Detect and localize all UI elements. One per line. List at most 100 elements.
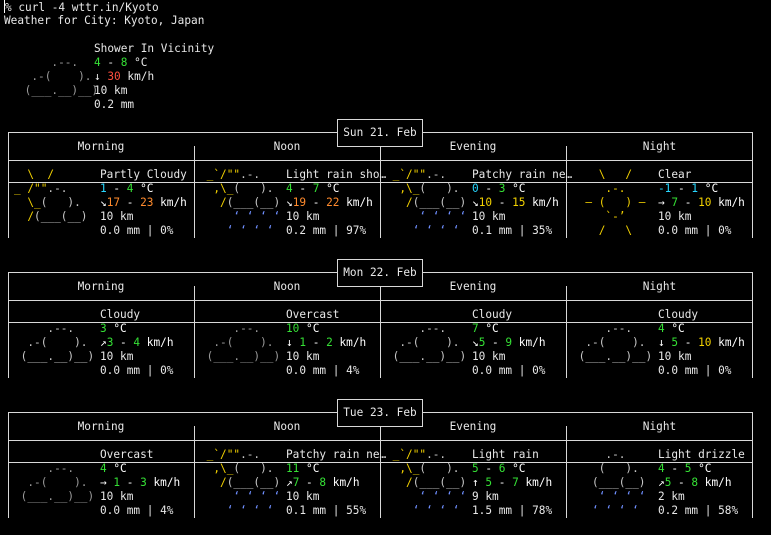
period-header-evening: Evening <box>449 140 497 153</box>
forecast-condition: Patchy rain ne… <box>286 448 387 461</box>
forecast-wind: ↘10 - 15 km/h <box>472 196 559 209</box>
current-wind: ↓ 30 km/h <box>94 70 155 83</box>
terminal-window: % curl -4 wttr.in/Kyoto Weather for City… <box>0 0 771 535</box>
forecast-condition: Light rain sho… <box>286 168 387 181</box>
column-divider <box>380 286 381 378</box>
current-precipitation: 0.2 mm <box>94 98 135 111</box>
current-temperature: 4 - 8 °C <box>94 56 148 69</box>
light-drizzle-icon: .-. ( ). (___(__) ‘ ‘ ‘ ‘ ‘ ‘ ‘ ‘ <box>572 448 646 517</box>
forecast-wind: ↗5 - 8 km/h <box>658 476 732 489</box>
forecast-wind: → 7 - 10 km/h <box>658 196 745 209</box>
forecast-temperature: 1 - 4 °C <box>100 182 154 195</box>
forecast-visibility: 10 km <box>472 350 506 363</box>
forecast-temperature: 4 °C <box>100 462 127 475</box>
period-header-evening: Evening <box>449 280 497 293</box>
forecast-condition: Cloudy <box>100 308 141 321</box>
column-divider <box>194 146 195 238</box>
forecast-visibility: 10 km <box>100 210 134 223</box>
forecast-precipitation: 0.0 mm | 0% <box>472 364 546 377</box>
forecast-visibility: 9 km <box>472 490 499 503</box>
current-visibility: 10 km <box>94 84 128 97</box>
forecast-precipitation: 0.0 mm | 0% <box>658 364 732 377</box>
forecast-condition: Overcast <box>100 448 154 461</box>
period-header-morning: Morning <box>77 140 125 153</box>
forecast-precipitation: 1.5 mm | 78% <box>472 504 553 517</box>
forecast-temperature: 4 - 5 °C <box>658 462 712 475</box>
forecast-wind: ↑ 5 - 7 km/h <box>472 476 553 489</box>
period-header-evening: Evening <box>449 420 497 433</box>
forecast-condition: Light rain <box>472 448 539 461</box>
forecast-temperature: -1 - 1 °C <box>658 182 719 195</box>
column-divider <box>194 426 195 518</box>
forecast-precipitation: 0.2 mm | 58% <box>658 504 739 517</box>
forecast-precipitation: 0.0 mm | 4% <box>100 504 174 517</box>
forecast-precipitation: 0.2 mm | 97% <box>286 224 367 237</box>
light-rain-icon: _`/"".-. ,\_( ). /(___(__) ‘ ‘ ‘ ‘ ‘ ‘ ‘… <box>200 168 281 237</box>
period-header-noon: Noon <box>273 420 301 433</box>
forecast-wind: ↓ 1 - 2 km/h <box>286 336 367 349</box>
forecast-precipitation: 0.0 mm | 4% <box>286 364 360 377</box>
forecast-condition: Light drizzle <box>658 448 745 461</box>
column-divider <box>380 426 381 518</box>
forecast-visibility: 10 km <box>286 210 320 223</box>
period-header-noon: Noon <box>273 280 301 293</box>
cloud-icon: .--. .-( ). (___.__)__) <box>24 56 99 97</box>
forecast-temperature: 10 °C <box>286 322 320 335</box>
forecast-condition: Cloudy <box>472 308 513 321</box>
forecast-wind: ↗7 - 8 km/h <box>286 476 360 489</box>
forecast-temperature: 4 °C <box>658 322 685 335</box>
overcast-icon: .--. .-( ). (___.__)__) <box>206 322 281 363</box>
forecast-temperature: 5 - 6 °C <box>472 462 526 475</box>
period-header-night: Night <box>642 420 677 433</box>
forecast-wind: ↗3 - 4 km/h <box>100 336 174 349</box>
period-header-night: Night <box>642 280 677 293</box>
patchy-rain-icon: _`/"".-. ,\_( ). /(___(__) ‘ ‘ ‘ ‘ ‘ ‘ ‘… <box>386 168 467 237</box>
forecast-temperature: 11 °C <box>286 462 320 475</box>
forecast-condition: Patchy rain ne… <box>472 168 573 181</box>
location-line: Weather for City: Kyoto, Japan <box>4 14 205 27</box>
cloudy-icon: .--. .-( ). (___.__)__) <box>578 322 653 363</box>
forecast-condition: Clear <box>658 168 692 181</box>
partly-cloudy-icon: \ / _ /"".-. \_( ). /(___(__) <box>14 168 88 223</box>
current-condition: Shower In Vicinity <box>94 42 215 55</box>
period-header-night: Night <box>642 140 677 153</box>
cloudy-icon: .--. .-( ). (___.__)__) <box>392 322 467 363</box>
forecast-visibility: 10 km <box>286 490 320 503</box>
forecast-temperature: 4 - 7 °C <box>286 182 340 195</box>
column-divider <box>194 286 195 378</box>
forecast-visibility: 10 km <box>100 350 134 363</box>
period-header-morning: Morning <box>77 420 125 433</box>
forecast-visibility: 10 km <box>472 210 506 223</box>
column-divider <box>566 426 567 518</box>
forecast-precipitation: 0.0 mm | 0% <box>100 364 174 377</box>
period-header-noon: Noon <box>273 140 301 153</box>
forecast-condition: Partly Cloudy <box>100 168 187 181</box>
forecast-wind: ↘17 - 23 km/h <box>100 196 187 209</box>
forecast-condition: Cloudy <box>658 308 699 321</box>
prompt-symbol: % <box>5 1 19 14</box>
column-divider <box>566 146 567 238</box>
column-divider <box>566 286 567 378</box>
forecast-visibility: 10 km <box>658 350 692 363</box>
forecast-wind: ↓ 5 - 10 km/h <box>658 336 745 349</box>
column-divider <box>380 146 381 238</box>
clear-night-icon: \ / .-. ― ( ) ― `-’ / \ <box>572 168 646 237</box>
forecast-visibility: 2 km <box>658 490 685 503</box>
period-header-morning: Morning <box>77 280 125 293</box>
forecast-visibility: 10 km <box>286 350 320 363</box>
patchy-rain-icon: _`/"".-. ,\_( ). /(___(__) ‘ ‘ ‘ ‘ ‘ ‘ ‘… <box>200 448 281 517</box>
forecast-precipitation: 0.1 mm | 35% <box>472 224 553 237</box>
forecast-condition: Overcast <box>286 308 340 321</box>
prompt-line: % curl -4 wttr.in/Kyoto <box>4 0 159 15</box>
forecast-precipitation: 0.0 mm | 0% <box>100 224 174 237</box>
command-text: curl -4 wttr.in/Kyoto <box>18 1 159 14</box>
forecast-visibility: 10 km <box>658 210 692 223</box>
cloudy-icon: .--. .-( ). (___.__)__) <box>20 322 95 363</box>
forecast-precipitation: 0.1 mm | 55% <box>286 504 367 517</box>
forecast-wind: → 1 - 3 km/h <box>100 476 181 489</box>
forecast-precipitation: 0.0 mm | 0% <box>658 224 732 237</box>
forecast-visibility: 10 km <box>100 490 134 503</box>
overcast-icon: .--. .-( ). (___.__)__) <box>20 462 95 503</box>
forecast-temperature: 7 °C <box>472 322 499 335</box>
forecast-temperature: 3 °C <box>100 322 127 335</box>
